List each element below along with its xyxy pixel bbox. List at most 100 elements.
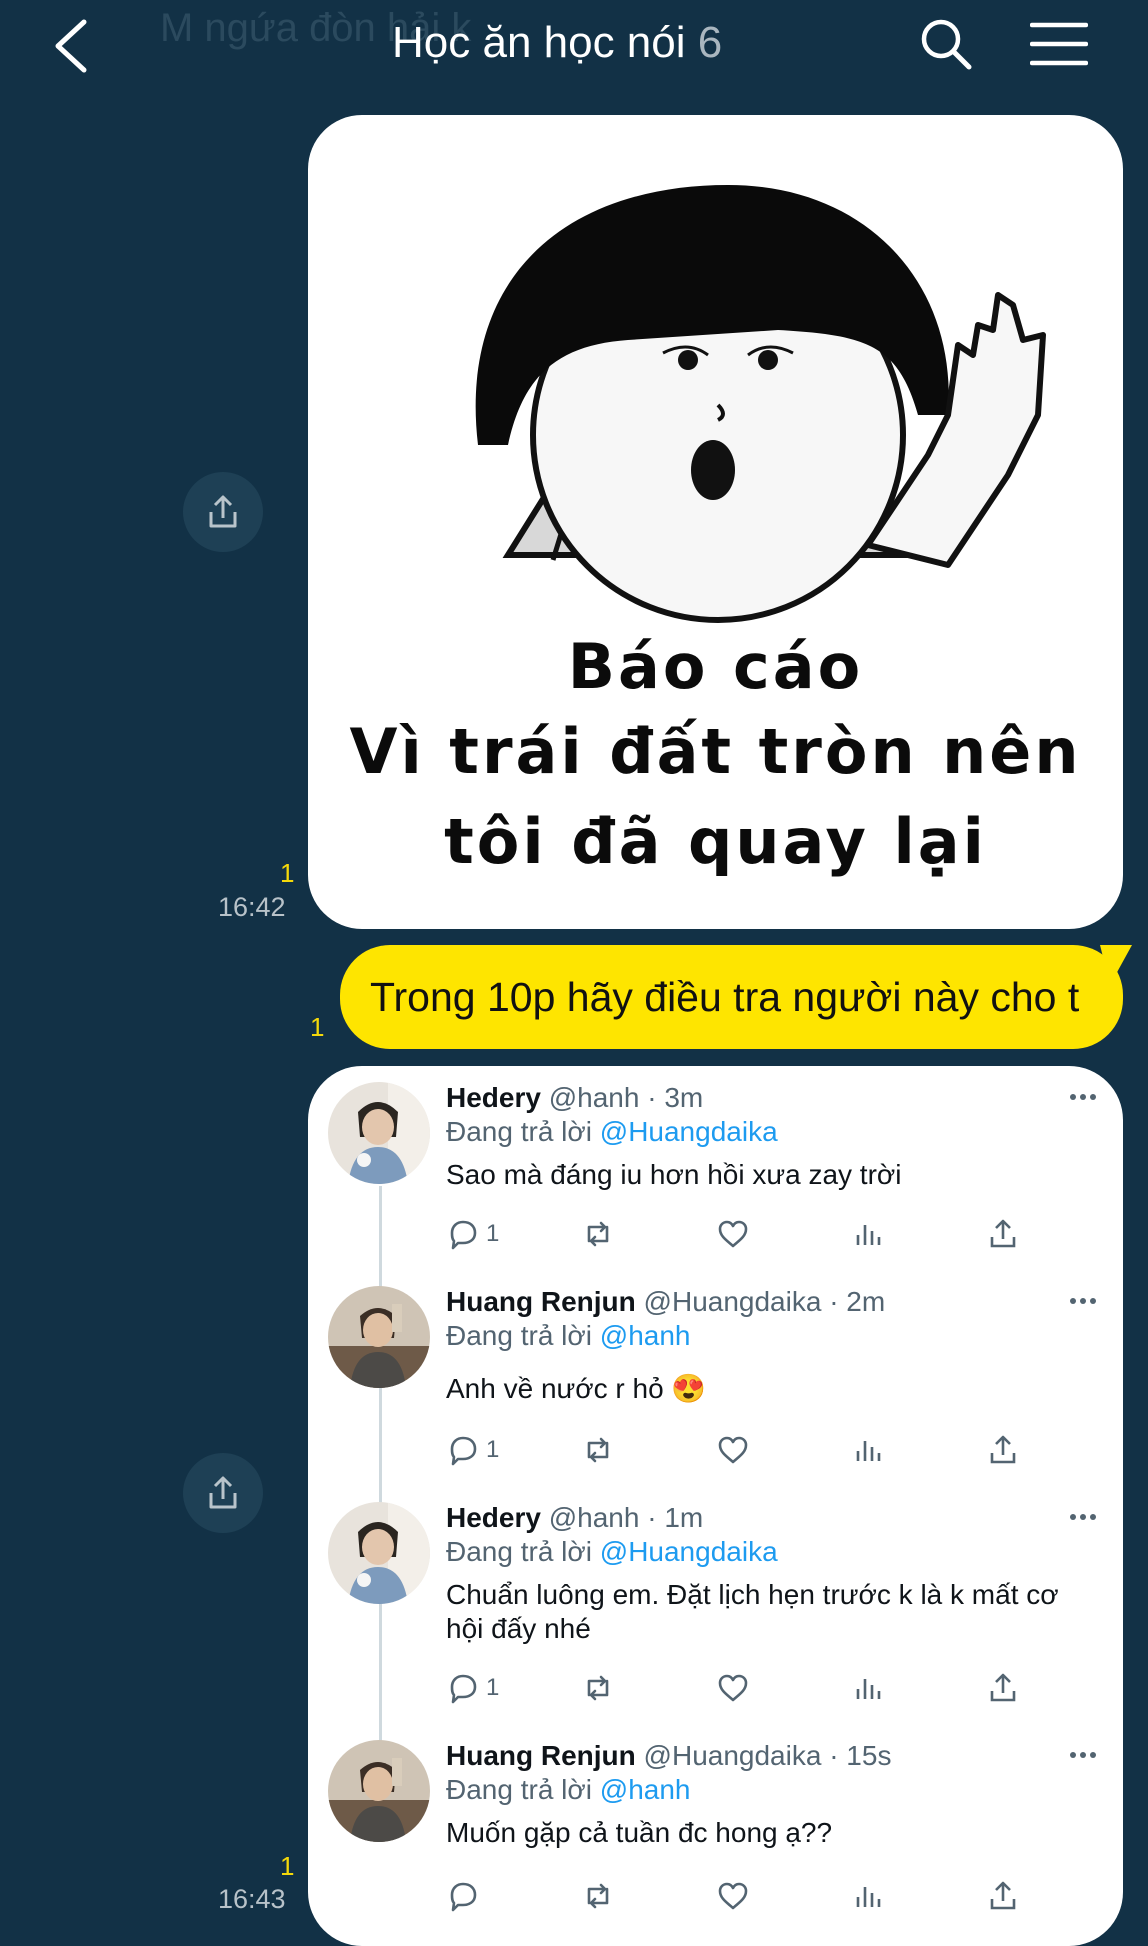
more-icon[interactable]: [1068, 1740, 1098, 1770]
tweet-handle-time: @hanh · 1m: [548, 1502, 704, 1533]
avatar: [328, 1740, 430, 1842]
tweet-text: Muốn gặp cả tuần đc hong ạ??: [446, 1817, 833, 1848]
search-icon[interactable]: [918, 16, 974, 72]
share-icon: [209, 495, 237, 528]
share-button[interactable]: [183, 1453, 263, 1533]
more-icon[interactable]: [1068, 1502, 1098, 1532]
avatar: [328, 1082, 430, 1184]
tweet-header: Huang Renjun @Huangdaika · 2m: [446, 1286, 885, 1318]
replying-to: Đang trả lời @Huangdaika: [446, 1116, 778, 1148]
reply-action: 1: [446, 1668, 499, 1708]
mention-link: @hanh: [599, 1774, 691, 1805]
tweet-text: Chuẩn luông em. Đặt lịch hẹn trước k là …: [446, 1579, 1059, 1644]
replying-to: Đang trả lời @hanh: [446, 1774, 690, 1806]
like-icon: [718, 1220, 748, 1248]
share-action: [986, 1668, 1020, 1708]
tweet-actions: 1: [446, 1430, 1086, 1470]
meme-caption-line: Báo cáo: [567, 630, 864, 703]
retweet-action: [581, 1430, 615, 1470]
tweet-header: Hedery @hanh · 1m: [446, 1502, 703, 1534]
replying-to-label: Đang trả lời: [446, 1774, 592, 1805]
views-action: [851, 1876, 885, 1916]
mention-link: @Huangdaika: [599, 1536, 778, 1567]
replying-to-label: Đang trả lời: [446, 1320, 592, 1351]
menu-icon[interactable]: [1030, 20, 1088, 68]
replying-to: Đang trả lời @Huangdaika: [446, 1536, 778, 1568]
chat-title[interactable]: Học ăn học nói 6: [392, 18, 722, 68]
mention-link: @Huangdaika: [599, 1116, 778, 1147]
reply-icon: [450, 1674, 477, 1704]
meme-caption-line: tôi đã quay lại: [444, 805, 987, 878]
like-icon: [718, 1674, 748, 1702]
read-count: 1: [280, 858, 295, 888]
message-time: 16:43: [218, 1884, 286, 1914]
share-button[interactable]: [183, 472, 263, 552]
reply-icon: [450, 1882, 477, 1912]
tweet-handle-time: @hanh · 3m: [548, 1082, 704, 1113]
tweet-handle-time: @Huangdaika · 15s: [643, 1740, 892, 1771]
reply-action: 1: [446, 1430, 499, 1470]
meme-caption-line: Vì trái đất tròn nên: [349, 715, 1082, 788]
bubble-tail: [1100, 945, 1132, 985]
share-action: [986, 1430, 1020, 1470]
chat-title-text: Học ăn học nói: [392, 18, 686, 67]
like-action: [716, 1430, 750, 1470]
tweet-header: Hedery @hanh · 3m: [446, 1082, 703, 1114]
more-icon[interactable]: [1068, 1286, 1098, 1316]
read-count: 1: [280, 1851, 295, 1881]
tweet-share-icon: [990, 1881, 1016, 1910]
twitter-screenshot-message[interactable]: Hedery @hanh · 3m Đang trả lời @Huangdai…: [308, 1066, 1123, 1946]
tweet-author-name: Huang Renjun: [446, 1286, 636, 1317]
like-action: [716, 1876, 750, 1916]
retweet-action: [581, 1876, 615, 1916]
reply-count: 1: [486, 1674, 500, 1701]
avatar: [328, 1502, 430, 1604]
reply-icon: [450, 1436, 477, 1466]
reply-action: 1: [446, 1214, 499, 1254]
like-icon: [718, 1882, 748, 1910]
retweet-icon: [587, 1221, 609, 1247]
views-action: [851, 1214, 885, 1254]
tweet-share-icon: [990, 1435, 1016, 1464]
tweet-handle-time: @Huangdaika · 2m: [643, 1286, 886, 1317]
share-action: [986, 1876, 1020, 1916]
reply-action: [446, 1876, 486, 1916]
mention-link: @hanh: [599, 1320, 691, 1351]
tweet-author-name: Hedery: [446, 1082, 541, 1113]
share-action: [986, 1214, 1020, 1254]
tweet-actions: [446, 1876, 1086, 1916]
member-count: 6: [697, 18, 723, 67]
tweet-actions: 1: [446, 1668, 1086, 1708]
text-message[interactable]: Trong 10p hãy điều tra người này cho t: [340, 945, 1123, 1049]
replying-to-label: Đang trả lời: [446, 1536, 592, 1567]
reply-count: 1: [486, 1436, 500, 1463]
views-icon: [856, 1225, 881, 1245]
tweet-header: Huang Renjun @Huangdaika · 15s: [446, 1740, 891, 1772]
like-action: [716, 1214, 750, 1254]
tweet-share-icon: [990, 1673, 1016, 1702]
image-message[interactable]: Báo cáo Vì trái đất tròn nên tôi đã quay…: [308, 115, 1123, 929]
views-icon: [856, 1441, 881, 1461]
like-icon: [718, 1436, 748, 1464]
retweet-action: [581, 1214, 615, 1254]
views-icon: [856, 1679, 881, 1699]
views-action: [851, 1430, 885, 1470]
views-icon: [856, 1887, 881, 1907]
retweet-icon: [587, 1437, 609, 1463]
message-time: 16:42: [218, 892, 286, 922]
tweet-text: Anh về nước r hỏ 😍: [446, 1373, 707, 1404]
reply-icon: [450, 1220, 477, 1250]
replying-to-label: Đang trả lời: [446, 1116, 592, 1147]
chat-header: M ngứa đòn hải k Học ăn học nói 6: [0, 0, 1148, 92]
reply-count: 1: [486, 1220, 500, 1247]
more-icon[interactable]: [1068, 1082, 1098, 1112]
tweet-author-name: Hedery: [446, 1502, 541, 1533]
retweet-icon: [587, 1675, 609, 1701]
tweet-author-name: Huang Renjun: [446, 1740, 636, 1771]
read-count: 1: [310, 1012, 325, 1042]
replying-to: Đang trả lời @hanh: [446, 1320, 690, 1352]
tweet-share-icon: [990, 1219, 1016, 1248]
back-icon[interactable]: [48, 18, 98, 74]
meme-illustration: [475, 185, 1046, 623]
avatar: [328, 1286, 430, 1388]
